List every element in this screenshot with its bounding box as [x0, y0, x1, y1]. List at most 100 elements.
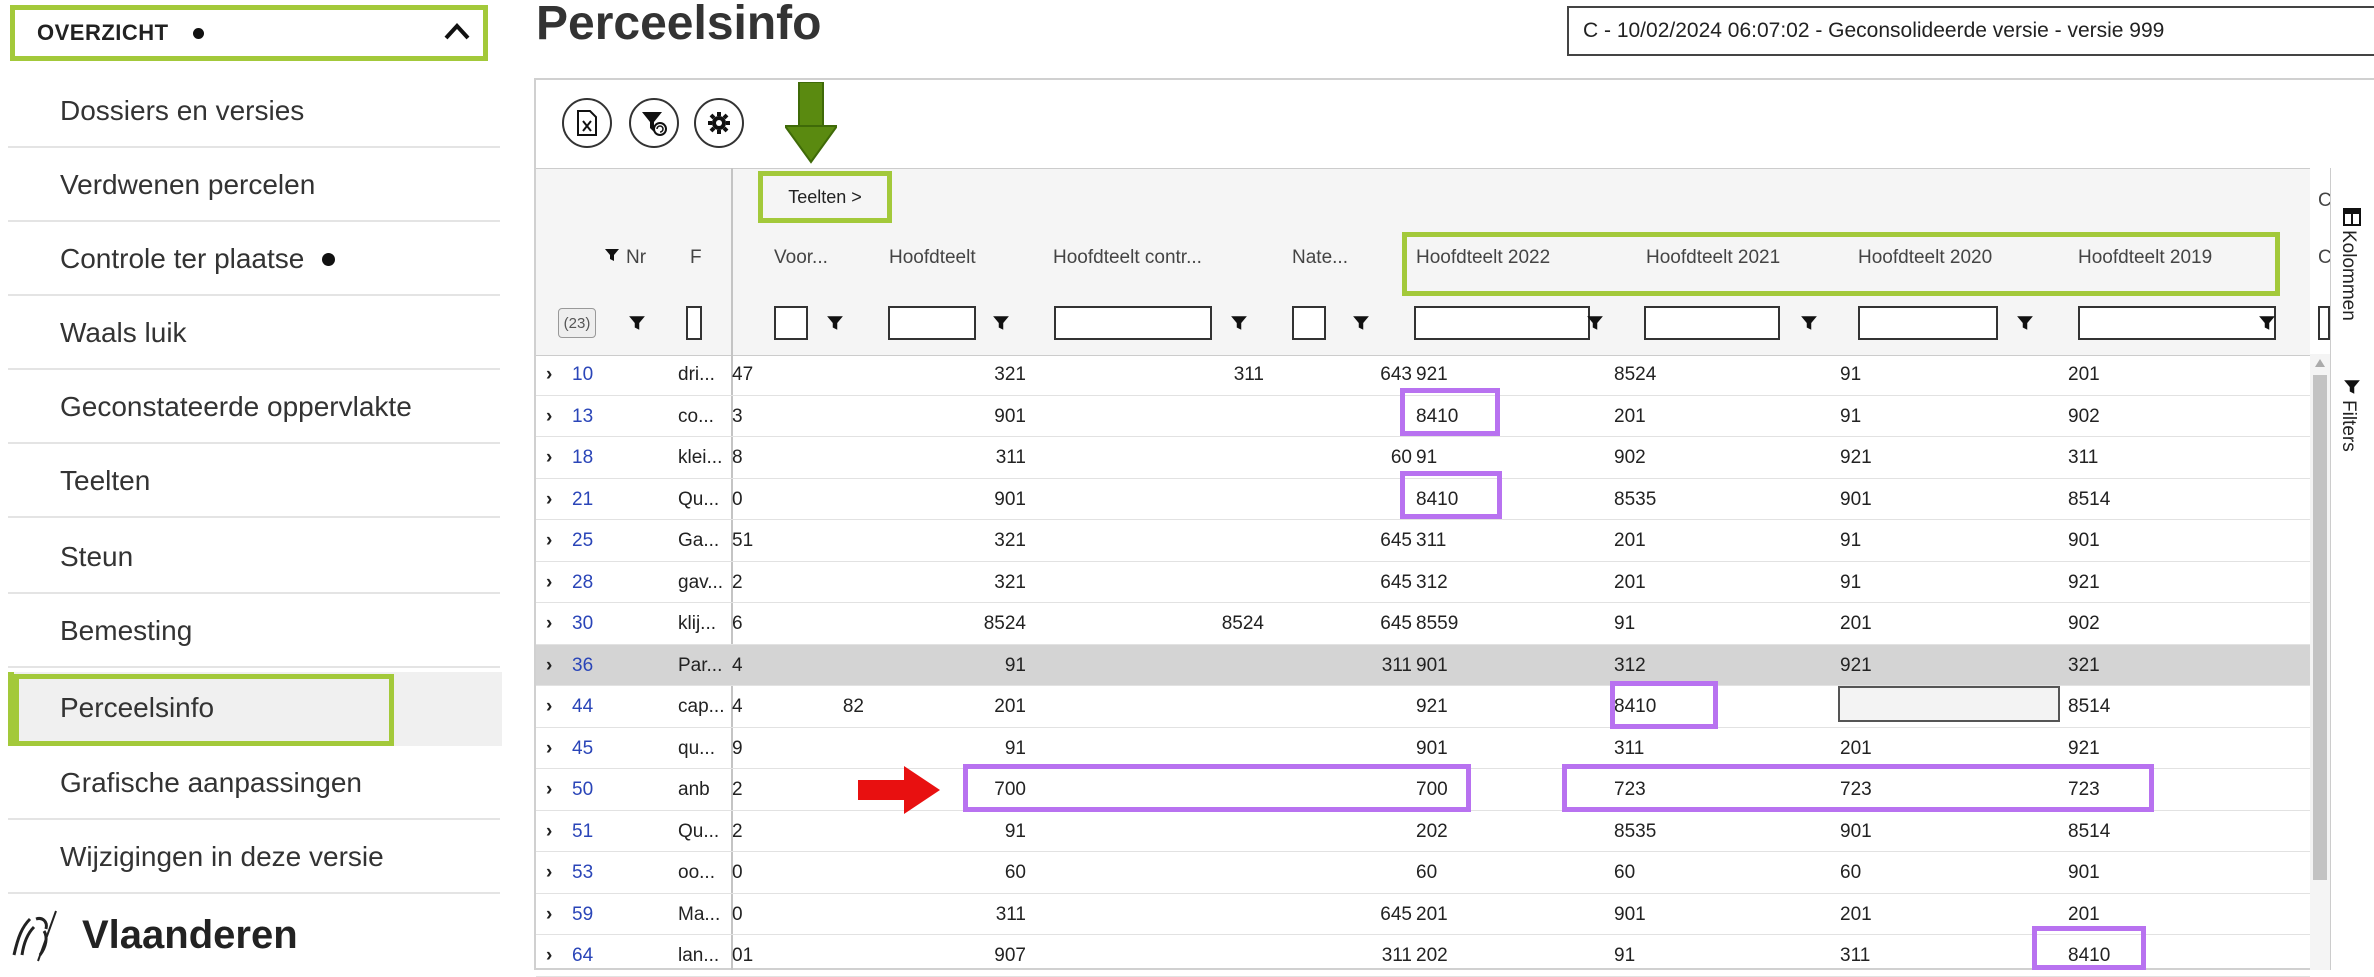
cell-nate: 645: [1380, 903, 1412, 925]
filter-icon[interactable]: [1800, 314, 1818, 332]
sidebar: OVERZICHT Dossiers en versies Verdwenen …: [0, 0, 502, 970]
cell-y22: 202: [1416, 820, 1448, 842]
col-header-hoofdteelt[interactable]: Hoofdteelt: [889, 247, 976, 269]
sidebar-item-geconstateerde[interactable]: Geconstateerde oppervlakte: [8, 372, 500, 444]
col-filter-icon[interactable]: [604, 247, 620, 269]
notification-dot: [322, 252, 336, 266]
reset-filter-button[interactable]: [629, 98, 679, 148]
cell-y21: 91: [1614, 613, 1636, 634]
filter-input-f[interactable]: [686, 306, 702, 340]
col-header-nr[interactable]: Nr: [626, 247, 646, 269]
filter-icon[interactable]: [826, 314, 844, 332]
cell-hoofd: 91: [1004, 737, 1026, 759]
filter-input-2022[interactable]: [1414, 306, 1590, 340]
page-title: Perceelsinfo: [536, 0, 822, 50]
sidebar-item-grafische[interactable]: Grafische aanpassingen: [8, 748, 500, 820]
filter-reset-icon: [642, 112, 667, 136]
overview-header[interactable]: OVERZICHT: [10, 5, 488, 61]
cell-y21: 8535: [1614, 820, 1657, 842]
cell-y21: 901: [1614, 903, 1646, 925]
scrollbar-thumb[interactable]: [2313, 375, 2327, 880]
cell-y22: 202: [1416, 945, 1448, 966]
sidebar-item-label: Controle ter plaatse: [60, 243, 305, 274]
cell-y22: 901: [1416, 654, 1448, 676]
sidebar-item-bemesting[interactable]: Bemesting: [8, 596, 500, 668]
table-row[interactable]: › 36 Par... 4 91 311 901 312 921 321: [536, 644, 2310, 686]
sidebar-item-verdwenen[interactable]: Verdwenen percelen: [8, 150, 500, 222]
cell-y22: 91: [1416, 447, 1438, 468]
table-row[interactable]: › 45 qu... 9 91 901 311 201 921: [536, 728, 2310, 769]
cell-y19: 902: [2068, 405, 2100, 427]
tab-filters[interactable]: Filters: [2337, 400, 2359, 452]
group-label: Teelten >: [788, 186, 862, 207]
filter-input-2020[interactable]: [1858, 306, 1998, 340]
cell-y22: 311: [1416, 530, 1447, 551]
table-row[interactable]: › 51 Qu... 2 91 202 8535 901 8514: [536, 811, 2310, 852]
cell-nate: 311: [1381, 945, 1412, 966]
filter-icon[interactable]: [992, 314, 1010, 332]
cell-y22: 60: [1416, 862, 1438, 883]
sidebar-item-label: Dossiers en versies: [60, 95, 305, 126]
filter-input-contr[interactable]: [1054, 306, 1212, 340]
sidebar-item-dossiers[interactable]: Dossiers en versies: [8, 76, 500, 148]
cell-y20: 901: [1840, 488, 1872, 510]
sidebar-item-teelten[interactable]: Teelten: [8, 446, 500, 518]
filter-input-2019[interactable]: [2078, 306, 2276, 340]
cell-y21: 201: [1614, 530, 1646, 551]
filter-icon[interactable]: [1352, 314, 1370, 332]
tab-kolommen[interactable]: Kolommen: [2337, 230, 2359, 321]
cell-hoofd: 201: [994, 696, 1026, 717]
table-row[interactable]: › 25 Ga... 51 321 645 311 201 91 901: [536, 520, 2310, 562]
vlaanderen-logo: Vlaanderen: [8, 905, 298, 965]
sidebar-item-steun[interactable]: Steun: [8, 522, 500, 594]
columns-icon: [2343, 208, 2361, 231]
cell-y19: 201: [2068, 364, 2100, 385]
sidebar-item-waals-luik[interactable]: Waals luik: [8, 298, 500, 370]
filter-input-hoofdteelt[interactable]: [888, 306, 976, 340]
filter-icon[interactable]: [2016, 314, 2034, 332]
sidebar-item-label: Steun: [60, 541, 134, 572]
export-excel-button[interactable]: [562, 98, 612, 148]
filter-input-partial[interactable]: [2318, 306, 2330, 340]
col-header-voor[interactable]: Voor...: [774, 247, 828, 269]
sidebar-item-controle[interactable]: Controle ter plaatse: [8, 224, 500, 296]
cell-y19: 901: [2068, 862, 2100, 883]
cell-y21: 902: [1614, 447, 1646, 468]
cell-y20: 201: [1840, 737, 1872, 759]
lion-icon: [12, 910, 57, 962]
table-row[interactable]: › 30 klij... 6 8524 8524 645 8559 91 201 902: [536, 603, 2310, 645]
cell-y20: 201: [1840, 903, 1872, 925]
cell-y22: 921: [1416, 364, 1448, 385]
filter-checkbox-voor[interactable]: [774, 306, 808, 340]
cell-y22: 901: [1416, 737, 1448, 759]
focused-cell: [1838, 686, 2060, 722]
filter-icon[interactable]: [1230, 314, 1248, 332]
filter-icon[interactable]: [2258, 314, 2276, 332]
cell-y19: 8514: [2068, 696, 2111, 717]
cell-y19: 201: [2068, 903, 2100, 925]
chevron-up-icon[interactable]: [443, 21, 471, 46]
table-row[interactable]: › 28 gav... 2 321 645 312 201 91 921: [536, 562, 2310, 603]
filter-icon[interactable]: [628, 314, 646, 332]
cell-y19: 901: [2068, 530, 2100, 551]
col-header-nate[interactable]: Nate...: [1292, 247, 1348, 269]
cell-y20: 921: [1840, 447, 1872, 468]
cell-y21: 201: [1614, 405, 1646, 427]
cell-y21: 60: [1614, 862, 1636, 883]
column-group-teelten[interactable]: Teelten >: [758, 171, 892, 223]
version-selector[interactable]: C - 10/02/2024 06:07:02 - Geconsolideerd…: [1567, 6, 2374, 56]
col-header-hoofdteelt-contr[interactable]: Hoofdteelt contr...: [1053, 247, 1202, 269]
cell-y19: 311: [2068, 447, 2099, 468]
cell-y20: 91: [1840, 530, 1862, 551]
sidebar-item-wijzigingen[interactable]: Wijzigingen in deze versie: [8, 822, 500, 894]
scroll-up-icon[interactable]: [2314, 358, 2326, 368]
table-row[interactable]: › 53 oo... 0 60 60 60 60 901: [536, 852, 2310, 894]
cell-hoofd: 901: [994, 488, 1026, 510]
grid-body: › 10 dri... 47 321 311 643 921 8524 91 201 › 13 co...…: [536, 354, 2310, 977]
filter-icon[interactable]: [1586, 314, 1604, 332]
filter-checkbox-nate[interactable]: [1292, 306, 1326, 340]
settings-button[interactable]: [694, 98, 744, 148]
col-header-f[interactable]: F: [690, 247, 702, 269]
filter-input-2021[interactable]: [1644, 306, 1780, 340]
side-tool-panel: Kolommen Filters: [2330, 168, 2374, 970]
